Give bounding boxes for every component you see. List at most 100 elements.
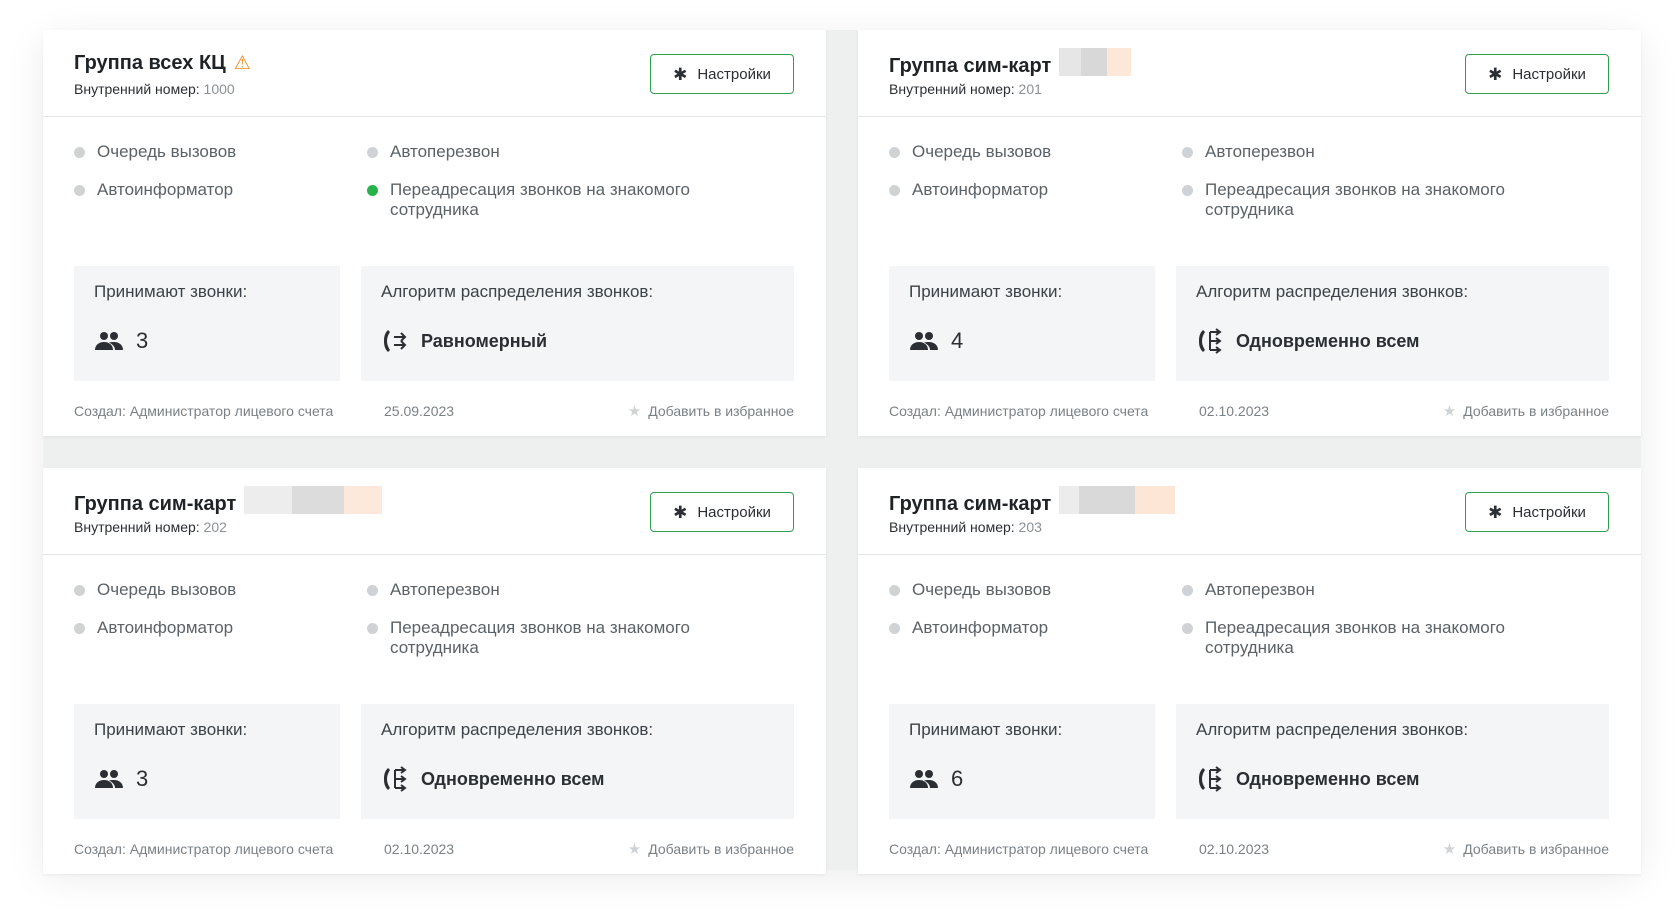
redacted-area bbox=[244, 486, 383, 514]
receivers-count: 4 bbox=[951, 328, 964, 353]
feature-auto-informer: Автоинформатор bbox=[74, 618, 233, 638]
group-card: Группа сим-карт Внутренний номер: 202 ✱ … bbox=[43, 468, 826, 874]
algorithm-name: Одновременно всем bbox=[1236, 768, 1420, 789]
algorithm-name: Равномерный bbox=[421, 330, 548, 351]
creator-text: Создал: Администратор лицевого счета bbox=[74, 403, 334, 419]
add-to-favorites-button[interactable]: ★ Добавить в избранное bbox=[1443, 403, 1609, 419]
add-to-favorites-button[interactable]: ★ Добавить в избранное bbox=[628, 403, 794, 419]
status-dot bbox=[889, 147, 900, 158]
internal-number-value: 201 bbox=[1018, 81, 1042, 97]
group-card: Группа сим-карт Внутренний номер: 203 ✱ … bbox=[858, 468, 1641, 874]
feature-forward-known: Переадресация звонков на знакомого сотру… bbox=[1182, 618, 1562, 658]
feature-label: Очередь вызовов bbox=[97, 580, 237, 599]
receivers-count: 3 bbox=[136, 328, 149, 353]
feature-auto-callback: Автоперезвон bbox=[1182, 142, 1315, 162]
internal-number-value: 203 bbox=[1018, 519, 1042, 535]
creator-text: Создал: Администратор лицевого счета bbox=[74, 841, 334, 857]
star-icon: ★ bbox=[627, 840, 642, 858]
add-to-favorites-button[interactable]: ★ Добавить в избранное bbox=[1443, 841, 1609, 857]
status-dot bbox=[74, 185, 85, 196]
group-card-grid: Группа всех КЦ ⚠ Внутренний номер: 1000 … bbox=[43, 30, 1641, 874]
feature-label: Очередь вызовов bbox=[912, 580, 1052, 599]
feature-label: Переадресация звонков на знакомого сотру… bbox=[390, 618, 691, 657]
algorithm-label: Алгоритм распределения звонков: bbox=[1196, 720, 1469, 739]
status-dot bbox=[74, 147, 85, 158]
card-header: Группа сим-карт Внутренний номер: 203 ✱ … bbox=[858, 468, 1641, 555]
gear-icon: ✱ bbox=[673, 502, 688, 522]
internal-number: Внутренний номер: 203 bbox=[889, 519, 1042, 535]
created-date: 25.09.2023 bbox=[384, 403, 455, 419]
people-icon bbox=[909, 769, 939, 789]
algorithm-value: Одновременно всем bbox=[1196, 766, 1419, 792]
creator-text: Создал: Администратор лицевого счета bbox=[889, 841, 1149, 857]
created-date: 02.10.2023 bbox=[384, 841, 455, 857]
simultaneous-distribution-icon bbox=[381, 766, 409, 792]
settings-button[interactable]: ✱ Настройки bbox=[650, 54, 794, 94]
algorithm-box: Алгоритм распределения звонков: Одноврем… bbox=[1176, 704, 1609, 819]
internal-number: Внутренний номер: 1000 bbox=[74, 81, 235, 97]
feature-auto-callback: Автоперезвон bbox=[367, 142, 500, 162]
star-icon: ★ bbox=[627, 402, 642, 420]
gear-icon: ✱ bbox=[1488, 502, 1503, 522]
algorithm-value: Одновременно всем bbox=[381, 766, 604, 792]
feature-label: Автоинформатор bbox=[97, 618, 234, 637]
feature-label: Переадресация звонков на знакомого сотру… bbox=[390, 180, 691, 219]
simultaneous-distribution-icon bbox=[1196, 766, 1224, 792]
settings-button[interactable]: ✱ Настройки bbox=[1465, 492, 1609, 532]
created-date: 02.10.2023 bbox=[1199, 841, 1270, 857]
people-icon bbox=[94, 769, 124, 789]
favorite-label: Добавить в избранное bbox=[648, 841, 794, 857]
feature-call-queue: Очередь вызовов bbox=[74, 580, 236, 600]
card-title: Группа сим-карт bbox=[889, 486, 1176, 518]
feature-forward-known: Переадресация звонков на знакомого сотру… bbox=[1182, 180, 1562, 220]
algorithm-label: Алгоритм распределения звонков: bbox=[1196, 282, 1469, 301]
redacted-area bbox=[1059, 486, 1176, 514]
status-dot bbox=[367, 623, 378, 634]
settings-button[interactable]: ✱ Настройки bbox=[1465, 54, 1609, 94]
receivers-value: 4 bbox=[909, 328, 963, 354]
feature-auto-informer: Автоинформатор bbox=[74, 180, 233, 200]
feature-label: Автоперезвон bbox=[1205, 142, 1315, 161]
status-dot bbox=[889, 585, 900, 596]
receivers-label: Принимают звонки: bbox=[94, 720, 248, 739]
settings-button-label: Настройки bbox=[1512, 503, 1586, 521]
receivers-label: Принимают звонки: bbox=[94, 282, 248, 301]
group-name: Группа всех КЦ bbox=[74, 52, 226, 74]
receivers-box: Принимают звонки: 4 bbox=[889, 266, 1155, 381]
status-dot bbox=[1182, 147, 1193, 158]
receivers-box: Принимают звонки: 6 bbox=[889, 704, 1155, 819]
star-icon: ★ bbox=[1442, 402, 1457, 420]
favorite-label: Добавить в избранное bbox=[1463, 841, 1609, 857]
status-dot bbox=[1182, 185, 1193, 196]
card-header: Группа сим-карт Внутренний номер: 202 ✱ … bbox=[43, 468, 826, 555]
feature-label: Автоинформатор bbox=[912, 180, 1049, 199]
receivers-value: 3 bbox=[94, 328, 148, 354]
feature-label: Очередь вызовов bbox=[912, 142, 1052, 161]
algorithm-box: Алгоритм распределения звонков: Одноврем… bbox=[1176, 266, 1609, 381]
creator-text: Создал: Администратор лицевого счета bbox=[889, 403, 1149, 419]
settings-button[interactable]: ✱ Настройки bbox=[650, 492, 794, 532]
receivers-label: Принимают звонки: bbox=[909, 282, 1063, 301]
feature-label: Очередь вызовов bbox=[97, 142, 237, 161]
receivers-value: 6 bbox=[909, 766, 963, 792]
receivers-count: 6 bbox=[951, 766, 964, 791]
add-to-favorites-button[interactable]: ★ Добавить в избранное bbox=[628, 841, 794, 857]
internal-number-label: Внутренний номер: bbox=[889, 519, 1015, 535]
feature-label: Переадресация звонков на знакомого сотру… bbox=[1205, 618, 1506, 657]
status-dot bbox=[1182, 623, 1193, 634]
feature-auto-callback: Автоперезвон bbox=[367, 580, 500, 600]
receivers-box: Принимают звонки: 3 bbox=[74, 266, 340, 381]
feature-auto-informer: Автоинформатор bbox=[889, 618, 1048, 638]
algorithm-box: Алгоритм распределения звонков: Равномер… bbox=[361, 266, 794, 381]
uniform-distribution-icon bbox=[381, 328, 409, 354]
receivers-count: 3 bbox=[136, 766, 149, 791]
feature-label: Автоперезвон bbox=[390, 142, 500, 161]
group-name: Группа сим-карт bbox=[74, 492, 237, 515]
algorithm-name: Одновременно всем bbox=[421, 768, 605, 789]
algorithm-label: Алгоритм распределения звонков: bbox=[381, 282, 654, 301]
created-date: 02.10.2023 bbox=[1199, 403, 1270, 419]
feature-label: Автоперезвон bbox=[390, 580, 500, 599]
settings-button-label: Настройки bbox=[697, 503, 771, 521]
algorithm-value: Равномерный bbox=[381, 328, 547, 354]
warning-icon: ⚠ bbox=[233, 53, 251, 74]
